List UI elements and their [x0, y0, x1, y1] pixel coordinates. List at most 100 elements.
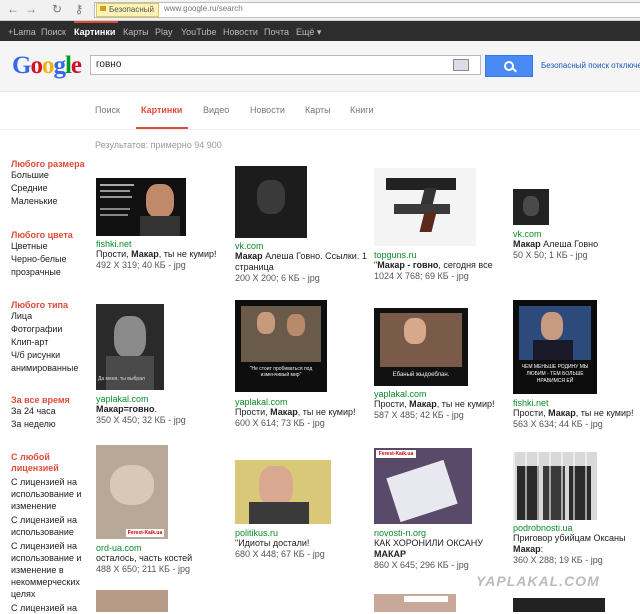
tab-search[interactable]: Поиск [95, 105, 120, 115]
filter-size-heading[interactable]: Любого размера [11, 159, 91, 169]
result-source[interactable]: vk.com [235, 241, 369, 251]
reload-icon[interactable]: ↻ [50, 2, 64, 16]
result-title[interactable]: Макар=говно. [96, 404, 226, 415]
filter-item[interactable]: Клип-арт [11, 336, 91, 349]
gbar-item-mail[interactable]: Почта [264, 27, 289, 37]
security-badge[interactable]: Безопасный [96, 3, 159, 17]
back-icon[interactable]: ← [6, 2, 20, 16]
filter-item[interactable]: Большие [11, 169, 91, 182]
result-source[interactable]: podrobnosti.ua [513, 523, 637, 533]
filter-item[interactable]: Черно-белые [11, 253, 91, 266]
result-title[interactable]: Прости, Макар, ты не кумир! [374, 399, 504, 410]
result-caption: fishki.net Прости, Макар, ты не кумир! 5… [513, 398, 637, 429]
result-caption: yaplakal.com Прости, Макар, ты не кумир!… [374, 389, 504, 420]
result-thumbnail[interactable] [235, 460, 331, 524]
gbar-item-search[interactable]: Поиск [41, 27, 66, 37]
result-title[interactable]: Прости, Макар, ты не кумир! [96, 249, 226, 260]
result-meta: 360 X 288; 19 КБ - jpg [513, 555, 603, 565]
result-thumbnail[interactable] [374, 594, 456, 612]
result-title[interactable]: осталось, часть костей [96, 553, 226, 564]
gbar-item-youtube[interactable]: YouTube [181, 27, 216, 37]
result-title[interactable]: КАК ХОРОНИЛИ ОКСАНУ МАКАР [374, 538, 504, 560]
filter-item[interactable]: Цветные [11, 240, 91, 253]
filter-type-heading[interactable]: Любого типа [11, 300, 91, 310]
gbar-item-images[interactable]: Картинки [74, 27, 115, 37]
filter-item[interactable]: За неделю [11, 418, 91, 431]
tab-maps[interactable]: Карты [305, 105, 331, 115]
result-thumbnail[interactable] [513, 598, 605, 612]
result-meta: 563 X 634; 44 КБ - jpg [513, 419, 603, 429]
filter-item[interactable]: С лицензией на использование и изменение [11, 476, 91, 512]
result-meta: 680 X 448; 67 КБ - jpg [235, 549, 325, 559]
tab-books[interactable]: Книги [350, 105, 374, 115]
result-title[interactable]: "Идиоты достали! [235, 538, 369, 549]
result-thumbnail[interactable]: "Не стоит пробиваться под изменчивый мир… [235, 300, 327, 392]
filter-item[interactable]: С лицензией на использование [11, 514, 91, 538]
filter-license-heading[interactable]: С любой лицензией [11, 452, 91, 474]
result-source[interactable]: yaplakal.com [374, 389, 504, 399]
result-source[interactable]: fishki.net [513, 398, 637, 408]
google-logo[interactable]: Google [12, 52, 82, 80]
filter-item[interactable]: прозрачные [11, 266, 91, 279]
result-source[interactable]: vk.com [513, 229, 637, 239]
gbar-item-news[interactable]: Новости [223, 27, 258, 37]
filter-color-heading[interactable]: Любого цвета [11, 230, 91, 240]
gbar-item-profile[interactable]: +Lama [8, 27, 36, 37]
result-thumbnail[interactable] [96, 178, 186, 236]
result-thumbnail[interactable] [513, 452, 597, 520]
result-thumbnail[interactable]: Ferest-Kaik.ua [96, 445, 168, 539]
result-meta: 488 X 650; 211 КБ - jpg [96, 564, 191, 574]
filter-item[interactable]: Лица [11, 310, 91, 323]
tab-news[interactable]: Новости [250, 105, 285, 115]
forward-icon[interactable]: → [24, 2, 38, 16]
result-meta: 350 X 450; 32 КБ - jpg [96, 415, 186, 425]
gbar-item-maps[interactable]: Карты [123, 27, 149, 37]
key-icon[interactable]: ⚷ [72, 2, 86, 16]
result-meta: 492 X 319; 40 КБ - jpg [96, 260, 186, 270]
result-meta: 50 X 50; 1 КБ - jpg [513, 250, 588, 260]
safe-search-link[interactable]: Безопасный поиск отключен [541, 61, 640, 70]
lock-icon [100, 6, 106, 12]
tab-video[interactable]: Видео [203, 105, 229, 115]
result-title[interactable]: Макар Алеша Говно [513, 239, 637, 250]
filter-time: За все время За 24 часа За неделю [11, 395, 91, 431]
filter-item[interactable]: Фотографии [11, 323, 91, 336]
filter-item[interactable]: За 24 часа [11, 405, 91, 418]
result-title[interactable]: Прости, Макар, ты не кумир! [235, 407, 369, 418]
result-thumbnail[interactable] [96, 590, 168, 612]
filter-item[interactable]: С лицензией на [11, 602, 91, 614]
result-thumbnail[interactable] [235, 166, 307, 238]
result-source[interactable]: novosti-n.org [374, 528, 504, 538]
result-thumbnail[interactable] [374, 168, 476, 246]
result-thumbnail[interactable]: Ferest-Kaik.ua [374, 448, 472, 524]
filter-item[interactable]: Средние [11, 182, 91, 195]
tab-images[interactable]: Картинки [141, 105, 182, 115]
filter-time-heading[interactable]: За все время [11, 395, 91, 405]
gbar-item-more[interactable]: Ещё ▾ [296, 27, 321, 38]
security-label: Безопасный [109, 5, 154, 14]
gbar-item-play[interactable]: Play [155, 27, 173, 37]
url-text[interactable]: www.google.ru/search [164, 4, 243, 13]
result-source[interactable]: yaplakal.com [235, 397, 369, 407]
result-title[interactable]: Прости, Макар, ты не кумир! [513, 408, 637, 419]
result-source[interactable]: fishki.net [96, 239, 226, 249]
filter-item[interactable]: анимированные [11, 362, 91, 375]
result-source[interactable]: topguns.ru [374, 250, 504, 260]
filter-item[interactable]: Ч/б рисунки [11, 349, 91, 362]
result-title[interactable]: "Макар - говно, сегодня все [374, 260, 504, 271]
result-source[interactable]: politikus.ru [235, 528, 369, 538]
result-thumbnail[interactable]: Да меня, ты выбрал [96, 304, 164, 390]
result-thumbnail[interactable]: ЧЕМ МЕНЬШЕ РОДИНУ МЫ ЛЮБИМ - ТЕМ БОЛЬШЕ … [513, 300, 597, 394]
result-thumbnail[interactable] [513, 189, 549, 225]
result-title[interactable]: Макар Алеша Говно. Ссылки. 1 страница [235, 251, 369, 273]
result-source[interactable]: ord-ua.com [96, 543, 226, 553]
result-title[interactable]: Приговор убийцам Оксаны Макар: [513, 533, 637, 555]
result-source[interactable]: yaplakal.com [96, 394, 226, 404]
result-thumbnail[interactable]: Ебаный жыдоеблан. [374, 308, 468, 386]
keyboard-icon[interactable] [453, 59, 469, 71]
filter-item[interactable]: Маленькие [11, 195, 91, 208]
search-input[interactable]: говно [90, 55, 481, 75]
search-button[interactable] [485, 55, 533, 77]
result-meta: 860 X 645; 296 КБ - jpg [374, 560, 469, 570]
filter-item[interactable]: С лицензией на использование и изменение… [11, 540, 91, 600]
